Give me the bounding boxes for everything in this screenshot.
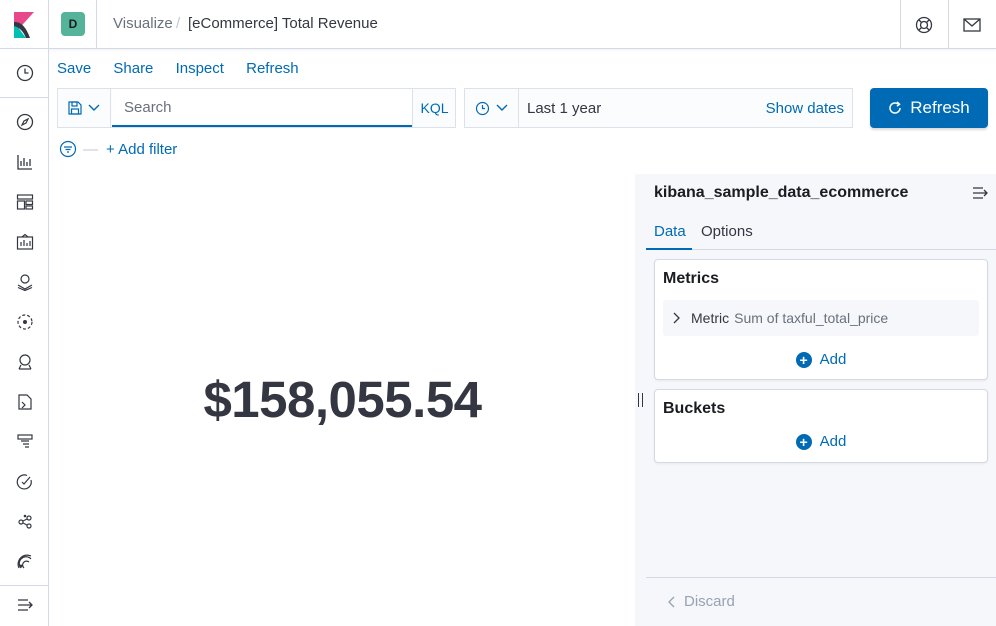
nav-discover[interactable]: [0, 104, 49, 140]
nav-logs[interactable]: [0, 384, 49, 420]
active-tab-indicator: [646, 248, 692, 250]
add-bucket-label: Add: [819, 433, 847, 450]
nav-dashboard[interactable]: [0, 184, 49, 220]
nav-ml[interactable]: [0, 304, 49, 340]
nav-infrastructure[interactable]: [0, 344, 49, 380]
monitoring-icon: [17, 554, 31, 569]
refresh-button[interactable]: Refresh: [870, 88, 988, 128]
plus-circle-icon: +: [795, 351, 812, 368]
uptime-icon: [16, 474, 32, 490]
filter-options-icon[interactable]: [59, 140, 77, 158]
index-pattern-title: kibana_sample_data_ecommerce: [654, 184, 909, 201]
chevron-right-icon: [673, 312, 680, 324]
nav-collapse[interactable]: [0, 587, 49, 623]
top-nav-menu: Save Share Inspect Refresh: [57, 60, 317, 77]
metrics-title: Metrics: [663, 270, 720, 287]
editor-sidebar: kibana_sample_data_ecommerce Data Option…: [646, 174, 996, 626]
add-metric-button[interactable]: + Add: [655, 351, 987, 368]
nav-divider: [0, 97, 49, 98]
sidebar-footer: Discard: [646, 577, 996, 626]
add-filter-link[interactable]: + Add filter: [106, 141, 177, 158]
maps-icon: [17, 274, 32, 291]
visualize-icon: [16, 155, 32, 170]
space-avatar[interactable]: D: [61, 12, 85, 36]
metric-value: $158,055.54: [203, 371, 482, 428]
inspect-link[interactable]: Inspect: [176, 60, 224, 77]
kibana-logo-icon: [14, 11, 34, 38]
breadcrumb-separator: /: [176, 15, 181, 32]
metrics-panel: Metrics Metric Sum of taxful_total_price…: [654, 259, 988, 380]
breadcrumb-visualize[interactable]: Visualize: [113, 15, 173, 32]
discard-button[interactable]: Discard: [668, 593, 735, 610]
buckets-title: Buckets: [663, 400, 726, 417]
kibana-logo[interactable]: [0, 0, 49, 49]
refresh-icon: [889, 101, 901, 114]
top-header: D Visualize / [eCommerce] Total Revenue: [0, 0, 996, 49]
metric-agg-row[interactable]: Metric Sum of taxful_total_price: [663, 300, 979, 336]
plus-circle-icon: +: [795, 433, 812, 450]
collapse-sidebar-button[interactable]: [972, 186, 988, 204]
nav-monitoring[interactable]: [0, 544, 49, 580]
breadcrumb-current: [eCommerce] Total Revenue: [188, 15, 378, 32]
header-divider: [96, 0, 97, 49]
query-bar: KQL: [57, 88, 456, 128]
discard-label: Discard: [684, 593, 735, 610]
search-input[interactable]: [112, 89, 412, 127]
nav-visualize[interactable]: [0, 144, 49, 180]
logs-icon: [17, 394, 32, 410]
date-picker: Last 1 year Show dates: [464, 88, 853, 128]
show-dates-link[interactable]: Show dates: [766, 100, 844, 117]
date-range-text[interactable]: Last 1 year: [527, 100, 601, 117]
newsfeed-button[interactable]: [948, 0, 995, 49]
nav-uptime[interactable]: [0, 464, 49, 500]
chevron-down-icon: [88, 104, 100, 111]
refresh-link[interactable]: Refresh: [246, 60, 299, 77]
quick-select-button[interactable]: [465, 89, 519, 127]
visualization-area: $158,055.54: [50, 174, 635, 626]
canvas-icon: [16, 233, 33, 250]
share-link[interactable]: Share: [113, 60, 153, 77]
filter-separator: —: [83, 140, 98, 158]
help-button[interactable]: [900, 0, 947, 49]
refresh-button-label: Refresh: [910, 98, 970, 117]
dashboard-icon: [16, 194, 33, 210]
mail-icon: [963, 17, 981, 32]
metric-agg-label: Metric: [691, 310, 730, 326]
add-metric-label: Add: [819, 351, 847, 368]
saved-query-button[interactable]: [58, 89, 111, 127]
apm-icon: [16, 434, 33, 448]
tab-options[interactable]: Options: [701, 223, 753, 240]
chevron-down-icon: [496, 104, 508, 111]
tab-data[interactable]: Data: [654, 223, 686, 240]
nav-apm[interactable]: [0, 424, 49, 460]
menu-right-icon: [973, 187, 988, 199]
buckets-panel: Buckets + Add: [654, 389, 988, 463]
side-nav: [0, 49, 49, 626]
menu-collapse-icon: [17, 599, 33, 611]
sidebar-tabs: Data Options: [646, 220, 996, 250]
add-bucket-button[interactable]: + Add: [655, 433, 987, 450]
machine-learning-icon: [16, 314, 33, 330]
nav-graph[interactable]: [0, 504, 49, 540]
nav-maps[interactable]: [0, 264, 49, 300]
save-icon: [68, 101, 82, 115]
lifebuoy-icon: [915, 16, 933, 33]
save-link[interactable]: Save: [57, 60, 91, 77]
clock-icon: [16, 64, 33, 82]
infrastructure-icon: [17, 354, 32, 370]
metric-agg-value: Sum of taxful_total_price: [734, 310, 889, 326]
calendar-clock-icon: [475, 101, 490, 115]
filter-bar: — + Add filter: [59, 138, 177, 160]
drag-handle-icon: [638, 393, 643, 407]
nav-recent[interactable]: [0, 55, 49, 91]
graph-icon: [17, 514, 32, 529]
cross-icon: [668, 596, 675, 607]
compass-icon: [16, 113, 33, 131]
nav-canvas[interactable]: [0, 224, 49, 260]
query-language-toggle[interactable]: KQL: [412, 89, 456, 127]
nav-divider: [0, 585, 49, 586]
